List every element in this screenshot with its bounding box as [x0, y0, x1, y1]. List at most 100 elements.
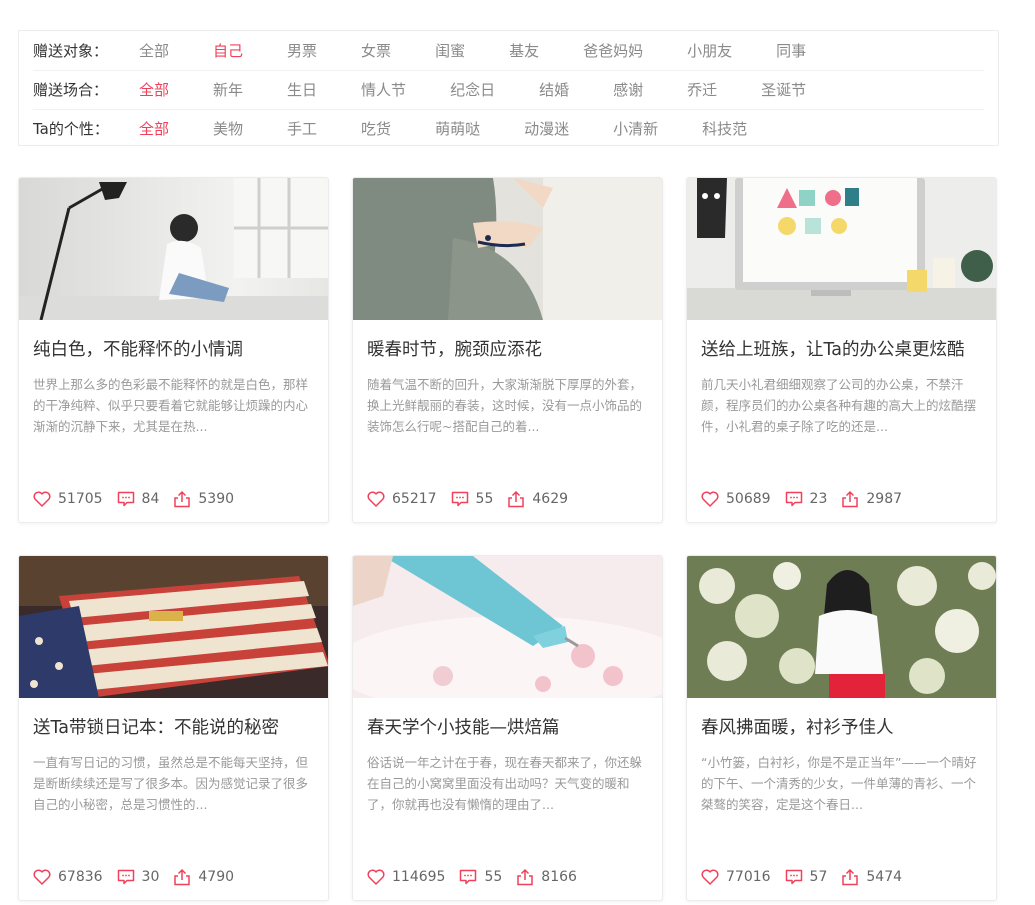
share-stat[interactable]: 5390	[173, 490, 234, 508]
filter-row-occasion: 赠送场合： 全部 新年 生日 情人节 纪念日 结婚 感谢 乔迁 圣诞节	[33, 70, 984, 108]
like-count: 65217	[392, 491, 437, 507]
filter-option[interactable]: 女票	[361, 40, 391, 61]
share-stat[interactable]: 4790	[173, 868, 234, 886]
filter-option[interactable]: 美物	[213, 118, 243, 139]
share-count: 8166	[541, 869, 577, 885]
article-title[interactable]: 纯白色，不能释怀的小情调	[33, 336, 243, 361]
article-summary: “小竹篓，白衬衫，你是不是正当年”——一个晴好的下午、一个清秀的少女，一件单薄的…	[701, 755, 977, 812]
filter-option[interactable]: 情人节	[361, 79, 406, 100]
filter-option[interactable]: 科技范	[702, 118, 747, 139]
filter-option[interactable]: 吃货	[361, 118, 391, 139]
comment-count: 55	[484, 869, 503, 885]
article-photo[interactable]	[353, 178, 662, 320]
article-stats: 51705 84 5390	[33, 490, 248, 508]
filter-option[interactable]: 新年	[213, 79, 243, 100]
share-count: 5390	[198, 491, 235, 507]
heart-icon	[701, 491, 719, 507]
comment-count: 57	[809, 869, 828, 885]
article-title[interactable]: 送给上班族，让Ta的办公桌更炫酷	[701, 336, 965, 361]
comment-stat[interactable]: 55	[451, 491, 493, 507]
filter-option[interactable]: 乔迁	[687, 79, 717, 100]
filter-label: 赠送场合：	[33, 81, 109, 99]
filter-option[interactable]: 手工	[287, 118, 317, 139]
filter-option[interactable]: 男票	[287, 40, 317, 61]
article-title[interactable]: 春风拂面暖，衬衫予佳人	[701, 714, 894, 739]
filter-option[interactable]: 圣诞节	[761, 79, 806, 100]
comment-stat[interactable]: 55	[459, 869, 502, 885]
like-count: 50689	[726, 491, 771, 507]
article-photo[interactable]	[687, 556, 996, 698]
share-stat[interactable]: 5474	[841, 868, 902, 886]
article-card[interactable]: 春风拂面暖，衬衫予佳人 “小竹篓，白衬衫，你是不是正当年”——一个晴好的下午、一…	[686, 555, 997, 901]
filter-option[interactable]: 纪念日	[450, 79, 495, 100]
share-count: 5474	[866, 869, 903, 885]
filter-option[interactable]: 结婚	[539, 79, 569, 100]
share-icon	[842, 490, 859, 508]
article-title[interactable]: 送Ta带锁日记本：不能说的秘密	[33, 714, 279, 739]
heart-icon	[33, 869, 51, 885]
comment-icon	[785, 491, 802, 507]
filter-option[interactable]: 感谢	[613, 79, 643, 100]
article-card[interactable]: 纯白色，不能释怀的小情调 世界上那么多的色彩最不能释怀的就是白色，那样的干净纯粹…	[18, 177, 329, 523]
filter-label: Ta的个性：	[33, 120, 109, 138]
comment-stat[interactable]: 57	[785, 869, 828, 885]
like-stat[interactable]: 77016	[701, 869, 771, 885]
article-summary: 俗话说一年之计在于春，现在春天都来了，你还躲在自己的小窝窝里面没有出动吗？天气变…	[367, 755, 643, 812]
filter-option[interactable]: 萌萌哒	[435, 118, 480, 139]
heart-icon	[701, 869, 719, 885]
article-title[interactable]: 暖春时节，腕颈应添花	[367, 336, 542, 361]
comment-stat[interactable]: 84	[117, 491, 159, 507]
like-stat[interactable]: 50689	[701, 491, 771, 507]
article-summary: 一直有写日记的习惯，虽然总是不能每天坚持，但是断断续续还是写了很多本。因为感觉记…	[33, 755, 309, 812]
article-stats: 77016 57 5474	[701, 868, 916, 886]
comment-stat[interactable]: 23	[785, 491, 828, 507]
heart-icon	[367, 491, 385, 507]
article-card[interactable]: 春天学个小技能—烘焙篇 俗话说一年之计在于春，现在春天都来了，你还躲在自己的小窝…	[352, 555, 663, 901]
like-stat[interactable]: 51705	[33, 491, 103, 507]
filter-option[interactable]: 全部	[139, 40, 169, 61]
filter-option[interactable]: 基友	[509, 40, 539, 61]
filter-option[interactable]: 生日	[287, 79, 317, 100]
comment-stat[interactable]: 30	[117, 869, 160, 885]
like-stat[interactable]: 65217	[367, 491, 437, 507]
filter-panel: 赠送对象： 全部 自己 男票 女票 闺蜜 基友 爸爸妈妈 小朋友 同事 赠送场合…	[18, 30, 999, 146]
filter-option[interactable]: 同事	[776, 40, 806, 61]
filter-row-recipient: 赠送对象： 全部 自己 男票 女票 闺蜜 基友 爸爸妈妈 小朋友 同事	[33, 31, 984, 69]
share-icon	[842, 868, 859, 886]
like-stat[interactable]: 114695	[367, 869, 445, 885]
comment-icon	[117, 869, 134, 885]
article-stats: 67836 30 4790	[33, 868, 248, 886]
article-title[interactable]: 春天学个小技能—烘焙篇	[367, 714, 560, 739]
article-card[interactable]: 暖春时节，腕颈应添花 随着气温不断的回升，大家渐渐脱下厚厚的外套，换上光鲜靓丽的…	[352, 177, 663, 523]
share-icon	[508, 490, 525, 508]
share-stat[interactable]: 2987	[841, 490, 902, 508]
filter-option[interactable]: 爸爸妈妈	[583, 40, 643, 61]
filter-option[interactable]: 小清新	[613, 118, 658, 139]
filter-option[interactable]: 闺蜜	[435, 40, 465, 61]
article-summary: 随着气温不断的回升，大家渐渐脱下厚厚的外套，换上光鲜靓丽的春装，这时候，没有一点…	[367, 377, 643, 434]
share-stat[interactable]: 4629	[507, 490, 568, 508]
like-count: 77016	[726, 869, 771, 885]
article-card[interactable]: 送Ta带锁日记本：不能说的秘密 一直有写日记的习惯，虽然总是不能每天坚持，但是断…	[18, 555, 329, 901]
article-photo[interactable]	[687, 178, 996, 320]
share-icon	[517, 868, 534, 886]
filter-option[interactable]: 小朋友	[687, 40, 732, 61]
comment-icon	[451, 491, 468, 507]
share-count: 4629	[532, 491, 569, 507]
article-photo[interactable]	[19, 556, 328, 698]
filter-option[interactable]: 自己	[213, 40, 243, 61]
like-count: 114695	[392, 869, 446, 885]
comment-count: 23	[809, 491, 828, 507]
comment-icon	[785, 869, 802, 885]
filter-option[interactable]: 全部	[139, 79, 169, 100]
share-stat[interactable]: 8166	[516, 868, 577, 886]
like-stat[interactable]: 67836	[33, 869, 103, 885]
comment-count: 30	[141, 869, 160, 885]
article-photo[interactable]	[19, 178, 328, 320]
share-count: 4790	[198, 869, 235, 885]
share-icon	[174, 868, 191, 886]
article-photo[interactable]	[353, 556, 662, 698]
filter-option[interactable]: 动漫迷	[524, 118, 569, 139]
filter-option[interactable]: 全部	[139, 118, 169, 139]
article-card[interactable]: 送给上班族，让Ta的办公桌更炫酷 前几天小礼君细细观察了公司的办公桌，不禁汗颜，…	[686, 177, 997, 523]
